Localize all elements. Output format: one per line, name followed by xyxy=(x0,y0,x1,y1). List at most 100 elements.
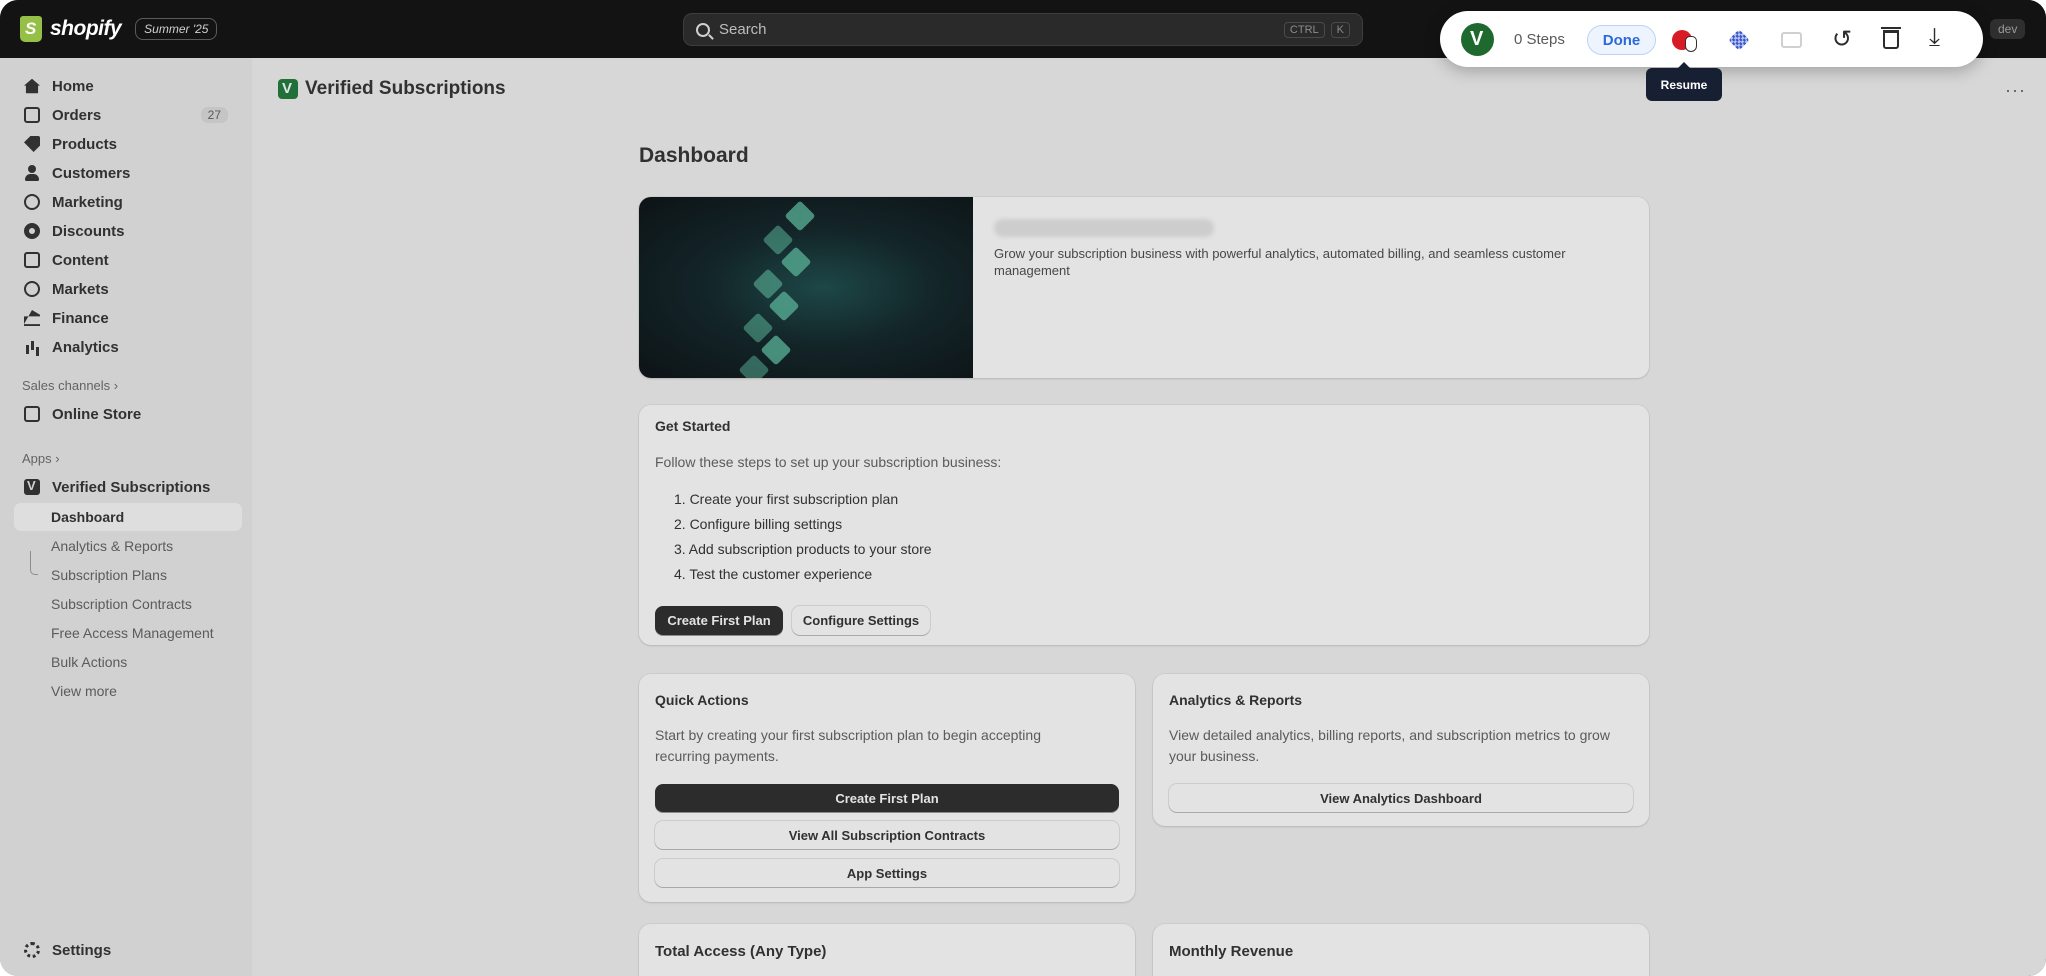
brand-name: shopify xyxy=(50,17,122,40)
sidebar-item-settings[interactable]: Settings xyxy=(14,936,238,964)
setup-step: 1. Create your first subscription plan xyxy=(674,491,899,507)
monthly-revenue-title: Monthly Revenue xyxy=(1169,943,1294,960)
quick-actions-text: Start by creating your first subscriptio… xyxy=(655,727,1041,764)
view-analytics-dashboard-button[interactable]: View Analytics Dashboard xyxy=(1169,784,1633,812)
chevron-right-icon: › xyxy=(55,451,60,466)
setup-step: 4. Test the customer experience xyxy=(674,566,873,582)
sidebar-item-discounts[interactable]: Discounts xyxy=(14,217,238,245)
bank-icon xyxy=(24,310,40,326)
view-contracts-button[interactable]: View All Subscription Contracts xyxy=(655,821,1119,849)
sidebar-item-analytics[interactable]: Analytics xyxy=(14,333,238,361)
sidebar-subitem-dashboard[interactable]: Dashboard xyxy=(51,509,124,525)
create-first-plan-button[interactable]: Create First Plan xyxy=(655,606,783,635)
sales-channels-heading[interactable]: Sales channels › xyxy=(22,378,118,393)
sidebar-subitem-free-access[interactable]: Free Access Management xyxy=(51,625,214,641)
sidebar-item-content[interactable]: Content xyxy=(14,246,238,274)
app-logo-icon xyxy=(278,79,298,99)
sidebar-active-highlight xyxy=(14,503,242,531)
gear-icon xyxy=(24,942,40,958)
download-arrow-icon[interactable]: ⤓ xyxy=(1929,23,1940,52)
orders-icon xyxy=(24,107,40,123)
steps-count: 0 Steps xyxy=(1514,31,1565,48)
app-title: Verified Subscriptions xyxy=(305,78,506,99)
sidebar-item-products[interactable]: Products xyxy=(14,130,238,158)
sidebar-item-label: Customers xyxy=(52,164,131,182)
chevron-right-icon: › xyxy=(113,378,119,393)
sidebar-subitem-subscription-contracts[interactable]: Subscription Contracts xyxy=(51,596,192,612)
apps-label: Apps xyxy=(22,451,52,466)
sidebar-item-customers[interactable]: Customers xyxy=(14,159,238,187)
sidebar-subitem-analytics-reports[interactable]: Analytics & Reports xyxy=(51,538,173,554)
resume-tooltip: Resume xyxy=(1646,62,1722,101)
apps-heading[interactable]: Apps › xyxy=(22,451,60,466)
sidebar-item-label: Orders xyxy=(52,106,102,124)
content-icon xyxy=(24,252,40,268)
sales-channels-label: Sales channels xyxy=(22,378,111,393)
shopify-logo[interactable]: shopify Summer '25 xyxy=(20,16,218,42)
app-window: shopify Summer '25 Search CTRL K dev Hom… xyxy=(0,0,2046,976)
helix-shape xyxy=(738,354,770,378)
env-badge[interactable]: dev xyxy=(1990,19,2026,39)
hero-description: Grow your subscription business with pow… xyxy=(994,246,1566,278)
sidebar-item-label: Markets xyxy=(52,280,109,298)
hero-image xyxy=(639,197,973,378)
sidebar-item-marketing[interactable]: Marketing xyxy=(14,188,238,216)
orders-count-badge: 27 xyxy=(200,107,228,123)
undo-icon[interactable]: ↺ xyxy=(1832,25,1852,54)
tree-connector xyxy=(30,551,38,575)
helix-shape xyxy=(780,246,812,278)
shortcut-key: K xyxy=(1330,21,1350,38)
globe-icon xyxy=(24,281,40,297)
app-settings-button[interactable]: App Settings xyxy=(655,859,1119,887)
blur-tool-icon[interactable] xyxy=(1728,29,1750,51)
sidebar-subitem-bulk-actions[interactable]: Bulk Actions xyxy=(51,654,127,670)
tag-icon xyxy=(24,136,40,152)
total-access-card: Total Access (Any Type) xyxy=(639,924,1135,976)
shortcut-ctrl: CTRL xyxy=(1283,21,1325,38)
sidebar-item-label: Discounts xyxy=(52,222,125,240)
search-icon xyxy=(696,22,710,37)
target-icon xyxy=(24,194,40,210)
setup-step: 2. Configure billing settings xyxy=(674,516,843,532)
search-input[interactable]: Search CTRL K xyxy=(683,13,1363,46)
home-icon xyxy=(24,78,40,94)
hero-title-placeholder xyxy=(994,219,1214,237)
sidebar-subitem-subscription-plans[interactable]: Subscription Plans xyxy=(51,567,167,583)
recorder-toolbar: 0 Steps Done ↺ ⤓ xyxy=(1440,11,1983,67)
get-started-title: Get Started xyxy=(655,418,731,434)
analytics-card-text: View detailed analytics, billing reports… xyxy=(1169,727,1610,764)
sidebar-item-finance[interactable]: Finance xyxy=(14,304,238,332)
sidebar-item-home[interactable]: Home xyxy=(14,72,238,100)
sidebar-item-label: Home xyxy=(52,77,94,95)
sidebar-subitem-view-more[interactable]: View more xyxy=(51,683,117,699)
setup-step: 3. Add subscription products to your sto… xyxy=(674,541,932,557)
total-access-title: Total Access (Any Type) xyxy=(655,943,827,960)
image-icon[interactable] xyxy=(1781,32,1802,48)
helix-shape xyxy=(784,200,816,232)
sidebar-item-orders[interactable]: Orders 27 xyxy=(14,101,238,129)
configure-settings-button[interactable]: Configure Settings xyxy=(792,606,930,635)
monthly-revenue-card: Monthly Revenue xyxy=(1153,924,1649,976)
sidebar-item-online-store[interactable]: Online Store xyxy=(14,400,238,428)
more-actions-icon[interactable]: ··· xyxy=(2005,80,2026,101)
store-icon xyxy=(24,406,40,422)
page-title: Dashboard xyxy=(639,144,749,167)
app-logo-icon xyxy=(24,478,40,495)
sidebar-item-markets[interactable]: Markets xyxy=(14,275,238,303)
shopify-bag-icon xyxy=(20,16,42,42)
app-header: Verified Subscriptions xyxy=(278,78,506,100)
bar-chart-icon xyxy=(24,339,40,355)
helix-shape xyxy=(768,290,800,322)
helix-shape xyxy=(742,312,774,344)
sidebar-item-label: Content xyxy=(52,251,109,269)
done-button[interactable]: Done xyxy=(1587,25,1656,55)
get-started-intro: Follow these steps to set up your subscr… xyxy=(655,454,1002,470)
helix-shape xyxy=(760,334,792,366)
pointer-hand-icon xyxy=(1685,36,1697,52)
sidebar-item-label: Online Store xyxy=(52,405,142,423)
hero-card: Grow your subscription business with pow… xyxy=(639,197,1649,378)
trash-icon[interactable] xyxy=(1881,27,1901,49)
edition-badge: Summer '25 xyxy=(135,18,218,40)
create-first-plan-wide-button[interactable]: Create First Plan xyxy=(655,784,1119,812)
sidebar-item-verified-subscriptions[interactable]: Verified Subscriptions xyxy=(14,473,238,501)
